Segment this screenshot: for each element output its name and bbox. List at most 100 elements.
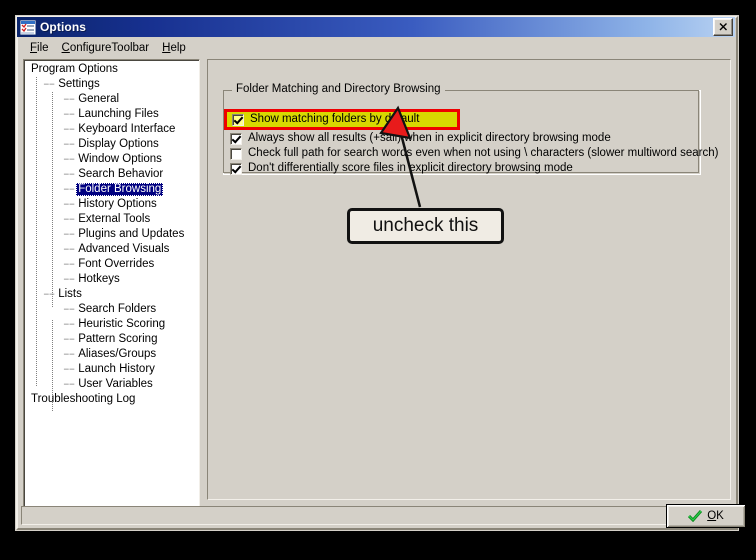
menu-file-rest: ile	[37, 42, 49, 54]
tree-item-user-variables[interactable]: ‒‒ User Variables	[24, 377, 199, 392]
ok-rest: K	[716, 510, 724, 522]
tree-item-label: Lists	[58, 288, 82, 300]
tree-item-keyboard-interface[interactable]: ‒‒ Keyboard Interface	[24, 122, 199, 137]
tree-branch-icon: ‒‒	[63, 108, 75, 121]
tree-item-font-overrides[interactable]: ‒‒ Font Overrides	[24, 257, 199, 272]
checkbox-row-dont-differentially-score[interactable]: Don't differentially score files in expl…	[230, 161, 573, 176]
ok-accel: O	[707, 510, 717, 522]
settings-panel: Folder Matching and Directory Browsing S…	[207, 59, 731, 500]
tree-item-history-options[interactable]: ‒‒ History Options	[24, 197, 199, 212]
checkbox-label-dont-differentially-score: Don't differentially score files in expl…	[248, 162, 573, 174]
tree-item-label: Plugins and Updates	[78, 228, 185, 240]
tree-item-label: History Options	[78, 198, 157, 210]
folder-matching-groupbox: Folder Matching and Directory Browsing S…	[223, 83, 718, 176]
tree-item-label: External Tools	[78, 213, 151, 225]
checkbox-show-matching-folders[interactable]	[232, 113, 244, 126]
tree-item-label: Display Options	[78, 138, 159, 150]
tree-item-label: Launch History	[78, 363, 155, 375]
tree-item-label: Heuristic Scoring	[78, 318, 166, 330]
tree-item-label: User Variables	[78, 378, 153, 390]
menu-file-accel: F	[30, 42, 38, 54]
tree-item-search-behavior[interactable]: ‒‒ Search Behavior	[24, 167, 199, 182]
tree-item-advanced-visuals[interactable]: ‒‒ Advanced Visuals	[24, 242, 199, 257]
tree-branch-icon: ‒‒	[43, 78, 55, 91]
tree-branch-icon: ‒‒	[63, 303, 75, 316]
tree-item-launching-files[interactable]: ‒‒ Launching Files	[24, 107, 199, 122]
menu-configuretoolbar-accel: C	[61, 42, 70, 54]
tree-branch-icon: ‒‒	[63, 258, 75, 271]
tree-item-folder-browsing[interactable]: ‒‒ Folder Browsing	[24, 182, 199, 197]
tree-item-label: Search Behavior	[78, 168, 164, 180]
tree-item-label: General	[78, 93, 120, 105]
checkbox-row-check-full-path[interactable]: Check full path for search words even wh…	[230, 146, 718, 161]
annotation-callout-text: uncheck this	[372, 215, 479, 236]
tree-item-general[interactable]: ‒‒ General	[24, 92, 199, 107]
menu-configuretoolbar-rest: onfigureToolbar	[69, 42, 150, 54]
title-bar[interactable]: Options	[17, 17, 735, 37]
tree-branch-icon: ‒‒	[63, 183, 75, 196]
ok-button-label: OK	[707, 510, 724, 522]
tree-branch-icon: ‒‒	[63, 273, 75, 286]
tree-item-aliases-groups[interactable]: ‒‒ Aliases/Groups	[24, 347, 199, 362]
tree-branch-icon: ‒‒	[63, 123, 75, 136]
tree-item-program-options[interactable]: Program Options	[24, 62, 199, 77]
tree-item-label: Settings	[58, 78, 100, 90]
tree-branch-icon: ‒‒	[63, 213, 75, 226]
tree-item-settings[interactable]: ‒‒ Settings	[24, 77, 199, 92]
options-window-icon	[19, 19, 37, 35]
tree-item-lists[interactable]: ‒‒ Lists	[24, 287, 199, 302]
checkbox-label-always-show-all-results: Always show all results (+sall) when in …	[248, 132, 611, 144]
options-window: Options File ConfigureToolbar Help Progr…	[14, 14, 746, 532]
menu-item-help[interactable]: Help	[156, 41, 193, 55]
menu-item-configuretoolbar[interactable]: ConfigureToolbar	[56, 41, 157, 55]
tree-item-label: Keyboard Interface	[78, 123, 176, 135]
tree-branch-icon: ‒‒	[63, 198, 75, 211]
tree-item-label: Folder Browsing	[76, 183, 164, 196]
checkbox-row-show-matching-folders[interactable]: Show matching folders by default	[224, 109, 460, 130]
tree-item-label: Launching Files	[78, 108, 159, 120]
tree-item-pattern-scoring[interactable]: ‒‒ Pattern Scoring	[24, 332, 199, 347]
checkbox-row-always-show-all-results[interactable]: Always show all results (+sall) when in …	[230, 131, 611, 146]
tree-branch-icon: ‒‒	[43, 288, 55, 301]
tree-item-label: Pattern Scoring	[78, 333, 158, 345]
menu-bar: File ConfigureToolbar Help	[18, 39, 734, 57]
tree-branch-icon: ‒‒	[63, 363, 75, 376]
tree-branch-icon: ‒‒	[63, 348, 75, 361]
tree-item-search-folders[interactable]: ‒‒ Search Folders	[24, 302, 199, 317]
tree-branch-icon: ‒‒	[63, 243, 75, 256]
groupbox-title: Folder Matching and Directory Browsing	[232, 83, 445, 95]
tree-branch-icon: ‒‒	[63, 333, 75, 346]
tree-branch-icon: ‒‒	[63, 153, 75, 166]
green-check-icon	[688, 510, 703, 523]
close-icon[interactable]	[713, 18, 733, 36]
tree-item-launch-history[interactable]: ‒‒ Launch History	[24, 362, 199, 377]
status-bar	[21, 506, 733, 525]
menu-item-file[interactable]: File	[24, 41, 56, 55]
menu-help-rest: elp	[170, 42, 186, 54]
tree-item-plugins-and-updates[interactable]: ‒‒ Plugins and Updates	[24, 227, 199, 242]
tree-item-external-tools[interactable]: ‒‒ External Tools	[24, 212, 199, 227]
tree-branch-icon: ‒‒	[63, 138, 75, 151]
tree-item-window-options[interactable]: ‒‒ Window Options	[24, 152, 199, 167]
options-tree[interactable]: Program Options ‒‒ Settings ‒‒ General ‒‒ Laun…	[23, 59, 200, 509]
tree-branch-icon: ‒‒	[63, 168, 75, 181]
checkbox-always-show-all-results[interactable]	[230, 132, 242, 145]
tree-item-label: Hotkeys	[78, 273, 120, 285]
tree-item-label: Search Folders	[78, 303, 157, 315]
ok-button[interactable]: OK	[666, 504, 746, 528]
tree-item-label: Font Overrides	[78, 258, 155, 270]
tree-item-label: Aliases/Groups	[78, 348, 157, 360]
checkbox-dont-differentially-score[interactable]	[230, 162, 242, 175]
tree-branch-icon: ‒‒	[63, 318, 75, 331]
tree-branch-icon: ‒‒	[63, 228, 75, 241]
window-title: Options	[40, 20, 87, 34]
checkbox-label-check-full-path: Check full path for search words even wh…	[248, 147, 719, 159]
tree-item-display-options[interactable]: ‒‒ Display Options	[24, 137, 199, 152]
tree-item-troubleshooting-log[interactable]: Troubleshooting Log	[24, 392, 199, 407]
tree-item-label: Program Options	[31, 63, 118, 75]
tree-item-hotkeys[interactable]: ‒‒ Hotkeys	[24, 272, 199, 287]
annotation-callout: uncheck this	[347, 208, 504, 244]
tree-item-label: Troubleshooting Log	[31, 393, 136, 405]
tree-item-heuristic-scoring[interactable]: ‒‒ Heuristic Scoring	[24, 317, 199, 332]
checkbox-check-full-path[interactable]	[230, 147, 242, 160]
